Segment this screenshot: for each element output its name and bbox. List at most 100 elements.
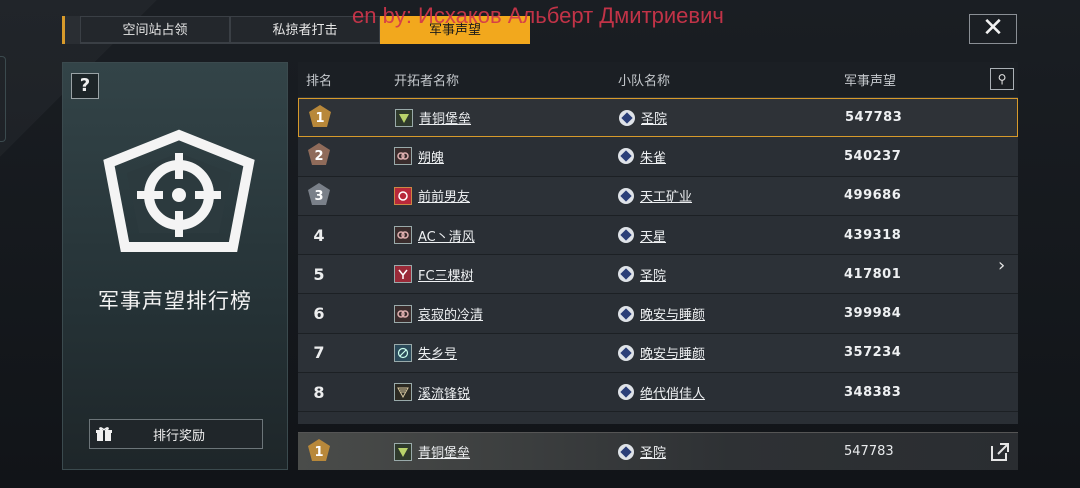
watermark-text: en by: Исхаков Альберт Дмитриевич bbox=[352, 3, 724, 28]
founder-cell: 哀寂的冷清 bbox=[340, 304, 570, 323]
score-cell: 399984 bbox=[844, 306, 902, 322]
score-cell: 499686 bbox=[844, 188, 902, 204]
rank-cell: 1 bbox=[298, 437, 340, 467]
rank-cell: 6 bbox=[313, 304, 325, 324]
team-icon bbox=[618, 305, 634, 322]
score-cell: 357234 bbox=[844, 345, 902, 361]
founder-cell: AC丶清风 bbox=[340, 226, 570, 245]
founder-name-link[interactable]: 溪流锋锐 bbox=[418, 383, 470, 402]
my-rank-row[interactable]: 1 青铜堡垒 圣院 547783 bbox=[298, 432, 1018, 470]
pin-button[interactable]: ⚲ bbox=[990, 68, 1014, 90]
help-button[interactable]: ? bbox=[71, 73, 99, 99]
founder-name-link[interactable]: 青铜堡垒 bbox=[418, 442, 470, 461]
founder-name-link[interactable]: 哀寂的冷清 bbox=[418, 304, 483, 323]
score-cell: 547783 bbox=[844, 444, 894, 459]
team-cell: 天星 bbox=[570, 226, 792, 245]
team-cell: 天工矿业 bbox=[570, 186, 792, 205]
table-row[interactable]: 1 青铜堡垒 圣院 547783 bbox=[298, 98, 1018, 138]
team-name-link[interactable]: 圣院 bbox=[640, 442, 666, 461]
rank-cell: 8 bbox=[313, 382, 325, 402]
svg-text:1: 1 bbox=[314, 445, 323, 460]
team-cell: 晚安与睡颜 bbox=[570, 343, 792, 362]
founder-cell: 朔魄 bbox=[340, 147, 570, 166]
founder-name-link[interactable]: AC丶清风 bbox=[418, 226, 475, 245]
leaderboard-table: 排名 开拓者名称 小队名称 军事声望 ⚲ 1 青铜堡垒 圣院 547783 2 bbox=[298, 62, 1018, 470]
founder-name-link[interactable]: FC三棵树 bbox=[418, 265, 474, 284]
team-icon bbox=[618, 344, 634, 361]
svg-text:3: 3 bbox=[314, 189, 323, 204]
score-cell: 547783 bbox=[845, 110, 903, 126]
table-row[interactable]: 4 AC丶清风 天星 439318 bbox=[298, 215, 1018, 256]
team-cell: 圣院 bbox=[570, 442, 792, 461]
team-name-link[interactable]: 绝代俏佳人 bbox=[640, 383, 705, 402]
header-rank: 排名 bbox=[305, 74, 332, 89]
share-button[interactable] bbox=[988, 440, 1012, 464]
team-icon bbox=[618, 266, 634, 283]
tab-accent bbox=[62, 16, 80, 44]
founder-name-link[interactable]: 朔魄 bbox=[418, 147, 444, 166]
founder-emblem-icon bbox=[394, 226, 412, 245]
rank-1-medal-icon: 1 bbox=[308, 438, 330, 461]
pin-icon: ⚲ bbox=[997, 72, 1007, 86]
svg-text:1: 1 bbox=[315, 111, 324, 126]
military-emblem-icon bbox=[103, 129, 255, 252]
close-button[interactable]: ✕ bbox=[969, 14, 1017, 44]
gift-icon bbox=[90, 420, 118, 448]
table-row-partial bbox=[298, 412, 1018, 425]
founder-emblem-icon bbox=[395, 108, 413, 127]
team-cell: 圣院 bbox=[570, 265, 792, 284]
team-cell: 晚安与睡颜 bbox=[570, 304, 792, 323]
table-row[interactable]: 8 溪流锋锐 绝代俏佳人 348383 bbox=[298, 373, 1018, 413]
table-row[interactable]: 6 哀寂的冷清 晚安与睡颜 399984 bbox=[298, 294, 1018, 334]
close-icon: ✕ bbox=[982, 13, 1004, 43]
team-name-link[interactable]: 晚安与睡颜 bbox=[640, 343, 705, 362]
team-icon bbox=[618, 443, 634, 460]
side-handle[interactable] bbox=[0, 56, 6, 142]
rank-cell: 5 bbox=[313, 264, 325, 284]
rank-cell: 7 bbox=[313, 343, 325, 363]
score-cell: 348383 bbox=[844, 384, 902, 400]
founder-cell: 青铜堡垒 bbox=[340, 442, 570, 461]
table-row[interactable]: 7 失乡号 晚安与睡颜 357234 bbox=[298, 333, 1018, 374]
table-header: 排名 开拓者名称 小队名称 军事声望 ⚲ bbox=[298, 62, 1018, 98]
team-cell: 朱雀 bbox=[570, 147, 792, 166]
team-icon bbox=[618, 227, 634, 244]
table-body: 1 青铜堡垒 圣院 547783 2 朔魄 朱雀 540237 3 前前男友 天… bbox=[298, 98, 1018, 432]
team-name-link[interactable]: 晚安与睡颜 bbox=[640, 304, 705, 323]
tab-station-occupation[interactable]: 空间站占领 bbox=[80, 16, 230, 44]
founder-name-link[interactable]: 青铜堡垒 bbox=[419, 108, 471, 127]
founder-name-link[interactable]: 前前男友 bbox=[418, 186, 470, 205]
team-name-link[interactable]: 圣院 bbox=[641, 108, 667, 127]
header-score: 军事声望 bbox=[844, 74, 897, 89]
founder-cell: FC三棵树 bbox=[340, 265, 570, 284]
rank-reward-label: 排行奖励 bbox=[152, 428, 205, 444]
team-cell: 绝代俏佳人 bbox=[570, 383, 792, 402]
table-row[interactable]: 3 前前男友 天工矿业 499686 bbox=[298, 176, 1018, 216]
team-name-link[interactable]: 天星 bbox=[640, 226, 666, 245]
team-name-link[interactable]: 圣院 bbox=[640, 265, 666, 284]
team-icon bbox=[619, 109, 635, 126]
founder-emblem-icon bbox=[394, 383, 412, 402]
table-row[interactable]: 2 朔魄 朱雀 540237 bbox=[298, 137, 1018, 177]
team-name-link[interactable]: 朱雀 bbox=[640, 147, 666, 166]
founder-name-link[interactable]: 失乡号 bbox=[418, 343, 457, 362]
founder-emblem-icon bbox=[394, 304, 412, 323]
score-cell: 417801 bbox=[844, 266, 902, 282]
rank-cell: 1 bbox=[299, 103, 341, 133]
founder-cell: 青铜堡垒 bbox=[341, 108, 571, 127]
team-name-link[interactable]: 天工矿业 bbox=[640, 186, 692, 205]
founder-emblem-icon bbox=[394, 147, 412, 166]
rank-reward-button[interactable]: 排行奖励 bbox=[89, 419, 263, 449]
header-founder: 开拓者名称 bbox=[394, 74, 460, 89]
rank-1-medal-icon: 1 bbox=[309, 104, 331, 127]
founder-cell: 失乡号 bbox=[340, 343, 570, 362]
founder-emblem-icon bbox=[394, 186, 412, 205]
rank-cell: 2 bbox=[298, 141, 340, 171]
team-icon bbox=[618, 187, 634, 204]
founder-emblem-icon bbox=[394, 265, 412, 284]
rank-cell: 4 bbox=[313, 225, 325, 245]
team-icon bbox=[618, 148, 634, 165]
table-row[interactable]: 5 FC三棵树 圣院 417801 bbox=[298, 255, 1018, 295]
chevron-right-icon[interactable]: › bbox=[998, 255, 1005, 276]
share-icon bbox=[991, 443, 1009, 461]
